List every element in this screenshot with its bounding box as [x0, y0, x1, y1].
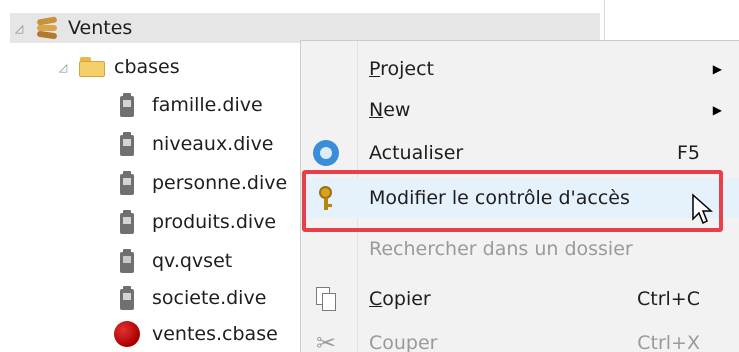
mouse-cursor-icon — [692, 193, 713, 225]
menu-item-label: Rechercher dans un dossier — [369, 238, 633, 260]
tree-item-label: niveaux.dive — [152, 133, 274, 155]
tree-item-label: famille.dive — [152, 94, 263, 116]
refresh-icon — [313, 140, 339, 166]
dive-file-icon — [120, 286, 134, 310]
collapse-arrow-icon[interactable]: ◿ — [10, 22, 28, 35]
dive-file-icon — [120, 132, 134, 156]
collapse-arrow-icon[interactable]: ◿ — [54, 61, 72, 74]
tree-item-file[interactable]: produits.dive — [120, 205, 276, 239]
menu-item-rechercher-dossier[interactable]: Rechercher dans un dossier — [301, 229, 739, 269]
tree-item-label: produits.dive — [152, 211, 277, 233]
tree-item-file[interactable]: societe.dive — [120, 281, 266, 315]
tree-item-cbases[interactable]: ◿ cbases — [54, 50, 180, 84]
submenu-arrow-icon: ▶ — [712, 103, 722, 117]
menu-item-project[interactable]: Project ▶ — [301, 49, 739, 89]
menu-item-label: New — [369, 99, 411, 121]
tree-item-file[interactable]: niveaux.dive — [120, 127, 274, 161]
menu-item-copier[interactable]: Copier Ctrl+C — [301, 279, 739, 319]
submenu-arrow-icon: ▶ — [712, 62, 722, 76]
tree-item-ventes[interactable]: ◿ Ventes — [10, 13, 600, 43]
tree-item-label: Ventes — [68, 17, 133, 39]
tree-item-file[interactable]: famille.dive — [120, 88, 263, 122]
database-stack-icon — [34, 16, 60, 40]
folder-icon — [78, 56, 106, 78]
tree-item-file[interactable]: ventes.cbase — [114, 317, 278, 351]
tree-item-label: cbases — [114, 56, 180, 78]
menu-item-new[interactable]: New ▶ — [301, 90, 739, 130]
menu-item-label: Actualiser — [369, 142, 464, 164]
menu-item-actualiser[interactable]: Actualiser F5 — [301, 133, 739, 173]
annotation-highlight-box — [302, 170, 723, 232]
cube-icon — [114, 321, 140, 347]
tree-item-label: qv.qvset — [152, 250, 233, 272]
menu-item-couper[interactable]: ✂ Couper Ctrl+X — [301, 323, 739, 352]
copy-icon — [313, 286, 339, 312]
menu-item-label: Copier — [369, 288, 431, 310]
menu-item-shortcut: Ctrl+C — [637, 288, 700, 310]
scissors-icon: ✂ — [315, 329, 337, 352]
menu-item-label: Couper — [369, 332, 438, 352]
menu-item-shortcut: Ctrl+X — [637, 332, 700, 352]
tree-item-label: societe.dive — [152, 287, 267, 309]
menu-item-label: Project — [369, 58, 435, 80]
tree-item-label: personne.dive — [152, 172, 288, 194]
tree-item-label: ventes.cbase — [152, 323, 278, 345]
dive-file-icon — [120, 93, 134, 117]
menu-item-shortcut: F5 — [676, 142, 700, 164]
dive-file-icon — [120, 171, 134, 195]
dive-file-icon — [120, 210, 134, 234]
tree-item-file[interactable]: personne.dive — [120, 166, 287, 200]
qvset-file-icon — [120, 249, 134, 273]
tree-item-file[interactable]: qv.qvset — [120, 244, 232, 278]
